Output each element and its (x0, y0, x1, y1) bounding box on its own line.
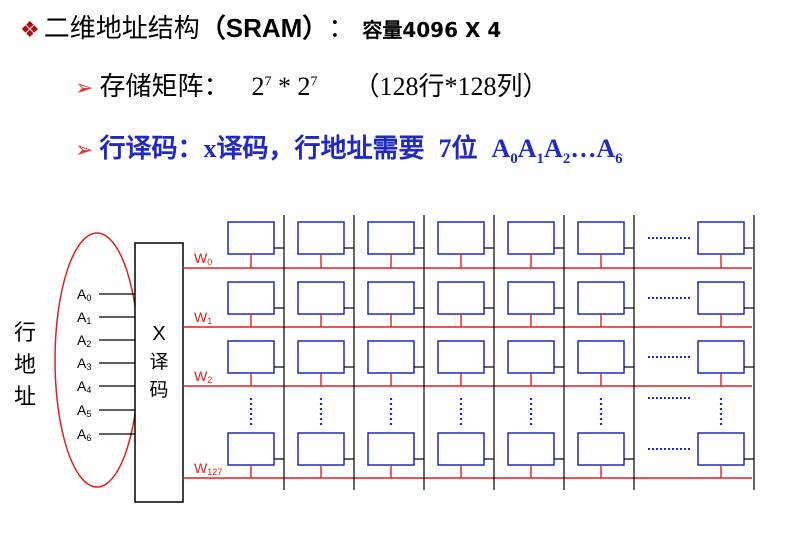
memory-cell (227, 221, 275, 255)
side-label-char: 址 (14, 384, 36, 409)
word-line-letter: W (194, 460, 208, 476)
address-input-label: A1 (77, 309, 91, 326)
memory-cell (437, 432, 485, 466)
word-line-index: 2 (207, 375, 212, 385)
address-input-label: A0 (77, 286, 91, 303)
memory-cell (437, 340, 485, 374)
word-line-index: 127 (207, 467, 222, 477)
address-input-index: 4 (86, 385, 91, 395)
word-line-letter: W (194, 309, 208, 325)
memory-cell (577, 281, 625, 315)
memory-cell (437, 221, 485, 255)
memory-cell (297, 281, 345, 315)
address-input-index: 6 (86, 433, 91, 443)
word-line-label: W1 (194, 309, 212, 326)
memory-cell (697, 340, 745, 374)
word-line-letter: W (194, 250, 208, 266)
address-input-index: 2 (86, 339, 91, 349)
address-input-label: A4 (77, 378, 91, 395)
side-label-char: 地 (14, 352, 36, 377)
memory-cell (577, 221, 625, 255)
address-input-label: A5 (77, 402, 91, 419)
address-input-index: 0 (86, 293, 91, 303)
memory-cell (437, 281, 485, 315)
word-line-label: W2 (194, 368, 212, 385)
address-input-label: A2 (77, 332, 91, 349)
memory-cell (367, 281, 415, 315)
memory-cell (367, 432, 415, 466)
memory-cell (577, 340, 625, 374)
word-line-label: W0 (194, 250, 212, 267)
memory-cell (507, 221, 555, 255)
memory-cell (507, 281, 555, 315)
memory-cell (697, 221, 745, 255)
memory-cell (697, 432, 745, 466)
memory-cell (367, 340, 415, 374)
address-group-ellipse (54, 232, 140, 488)
word-line-index: 1 (207, 316, 212, 326)
memory-cell (227, 340, 275, 374)
sram-diagram: 行地址X译码A0A1A2A3A4A5A6W0W1W2W127 (14, 215, 755, 503)
word-line-index: 0 (207, 257, 212, 267)
address-input-index: 3 (86, 362, 91, 372)
memory-cell (297, 340, 345, 374)
memory-cell (297, 432, 345, 466)
memory-cell (577, 432, 625, 466)
decoder-label-char: 码 (149, 380, 168, 401)
memory-cell (507, 432, 555, 466)
address-input-label: A3 (77, 355, 91, 372)
side-label-char: 行 (14, 320, 36, 345)
memory-cell (367, 221, 415, 255)
memory-cell (297, 221, 345, 255)
address-input-index: 5 (86, 409, 91, 419)
word-line-label: W127 (194, 460, 222, 477)
memory-cell (507, 340, 555, 374)
word-line-letter: W (194, 368, 208, 384)
address-input-index: 1 (86, 316, 91, 326)
decoder-label-char: X (152, 323, 165, 345)
address-input-label: A6 (77, 426, 91, 443)
memory-cell (227, 281, 275, 315)
decoder-label-char: 译 (149, 352, 168, 373)
memory-cell (227, 432, 275, 466)
memory-cell (697, 281, 745, 315)
